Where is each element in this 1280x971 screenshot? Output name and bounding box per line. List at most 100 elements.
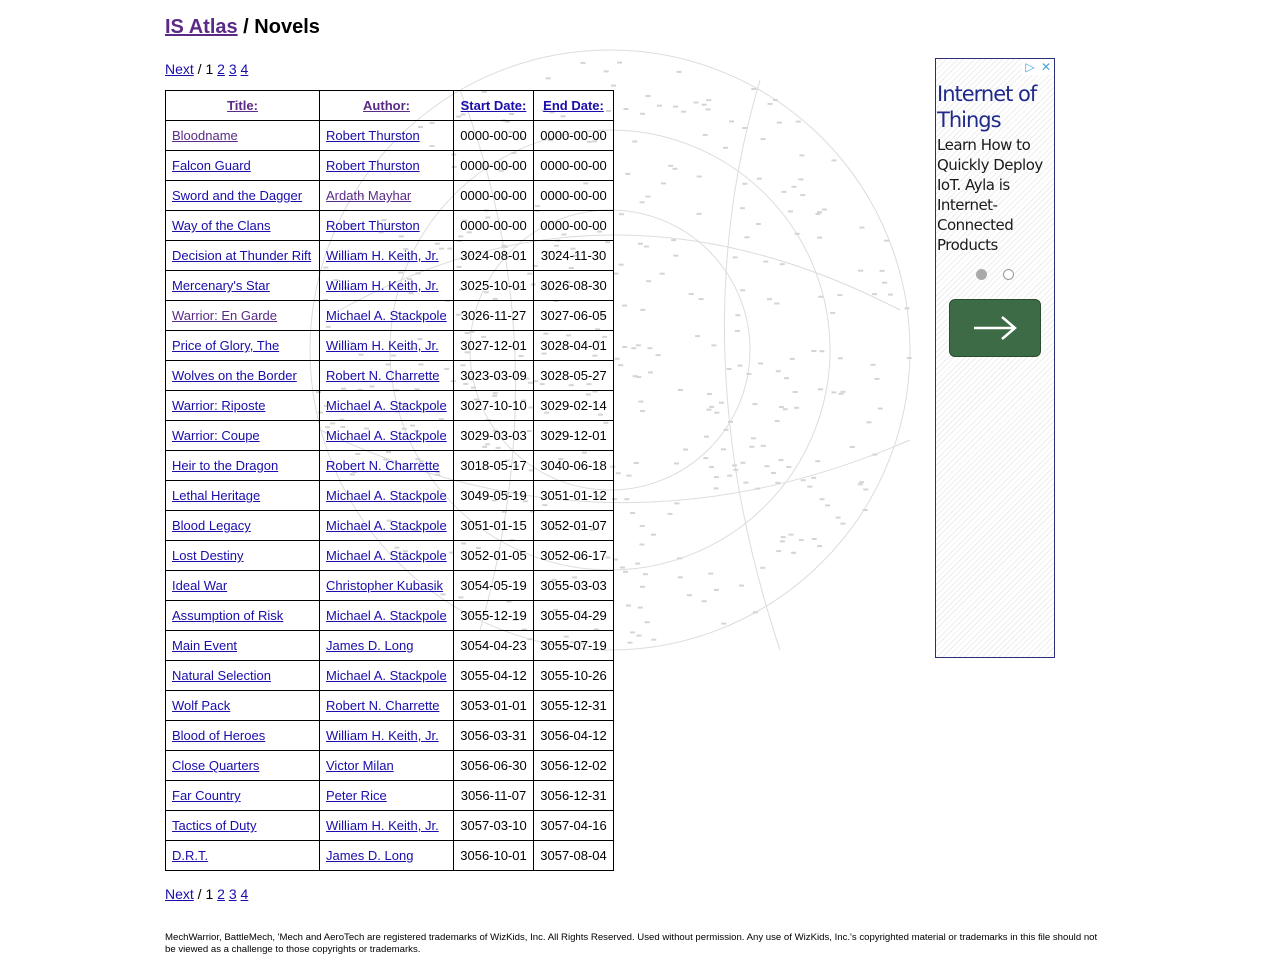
table-row: Natural Selection Michael A. Stackpole 305… (165, 660, 614, 691)
novel-title-link[interactable]: Far Country (172, 788, 241, 803)
site-home-link[interactable]: IS Atlas (165, 16, 238, 38)
sort-by-title-link[interactable]: Title: (227, 98, 258, 113)
author-link[interactable]: Michael A. Stackpole (326, 518, 447, 533)
advertisement-panel[interactable]: ▷ ✕ Internet of Things Learn How to Quic… (935, 58, 1055, 658)
map-dot (789, 357, 795, 360)
novel-title-link[interactable]: Main Event (172, 638, 237, 653)
map-dot (630, 631, 636, 634)
author-link[interactable]: William H. Keith, Jr. (326, 248, 439, 263)
novel-title-link[interactable]: Blood Legacy (172, 518, 251, 533)
start-date-cell: 3057-03-10 (453, 810, 534, 841)
map-dot (872, 293, 877, 296)
end-date-cell: 3024-11-30 (533, 240, 614, 271)
author-cell: Michael A. Stackpole (319, 480, 454, 511)
ad-headline[interactable]: Internet of Things (937, 81, 1053, 133)
novel-title-link[interactable]: Natural Selection (172, 668, 271, 683)
carousel-dot[interactable] (1003, 269, 1014, 280)
map-dot (635, 562, 641, 565)
novel-title-link[interactable]: Close Quarters (172, 758, 259, 773)
page-link-2[interactable]: 2 (217, 61, 225, 77)
novel-title-link[interactable]: Warrior: En Garde (172, 308, 277, 323)
map-dot (651, 638, 657, 641)
page-link-2[interactable]: 2 (217, 886, 225, 902)
author-cell: Michael A. Stackpole (319, 390, 454, 421)
author-link[interactable]: Michael A. Stackpole (326, 488, 447, 503)
next-page-link[interactable]: Next (165, 886, 194, 902)
author-cell: William H. Keith, Jr. (319, 240, 454, 271)
author-link[interactable]: James D. Long (326, 848, 413, 863)
sort-by-end-date-link[interactable]: End Date: (543, 98, 604, 113)
novel-title-link[interactable]: Assumption of Risk (172, 608, 283, 623)
map-dot (760, 138, 766, 141)
ad-body-text[interactable]: Learn How to Quickly Deploy IoT. Ayla is… (937, 135, 1053, 255)
author-link[interactable]: Michael A. Stackpole (326, 428, 447, 443)
novel-title-link[interactable]: Bloodname (172, 128, 238, 143)
author-link[interactable]: William H. Keith, Jr. (326, 728, 439, 743)
map-dot (838, 392, 844, 395)
author-link[interactable]: Michael A. Stackpole (326, 668, 447, 683)
page-link-3[interactable]: 3 (229, 61, 237, 77)
map-dot (709, 466, 714, 468)
close-icon[interactable]: ✕ (1038, 59, 1054, 75)
author-link[interactable]: Michael A. Stackpole (326, 548, 447, 563)
author-link[interactable]: Victor Milan (326, 758, 394, 773)
novel-title-link[interactable]: Wolves on the Border (172, 368, 297, 383)
novel-title-link[interactable]: Way of the Clans (172, 218, 271, 233)
map-dot (677, 557, 683, 560)
author-link[interactable]: Robert N. Charrette (326, 698, 439, 713)
map-dot (763, 260, 769, 263)
ad-carousel-dots (976, 269, 1014, 280)
novel-title-link[interactable]: Falcon Guard (172, 158, 251, 173)
novel-title-link[interactable]: Tactics of Duty (172, 818, 257, 833)
author-link[interactable]: Robert N. Charrette (326, 458, 439, 473)
author-link[interactable]: Christopher Kubasik (326, 578, 443, 593)
novel-title-link[interactable]: Warrior: Coupe (172, 428, 260, 443)
novel-title-link[interactable]: Price of Glory, The (172, 338, 279, 353)
author-link[interactable]: James D. Long (326, 638, 413, 653)
map-dot (611, 84, 616, 87)
carousel-dot-active[interactable] (976, 269, 987, 280)
map-dot (732, 464, 737, 467)
novel-title-link[interactable]: Heir to the Dragon (172, 458, 278, 473)
author-link[interactable]: William H. Keith, Jr. (326, 278, 439, 293)
author-link[interactable]: William H. Keith, Jr. (326, 338, 439, 353)
map-dot (677, 576, 683, 579)
novel-title-link[interactable]: Decision at Thunder Rift (172, 248, 311, 263)
novel-title-link[interactable]: Warrior: Riposte (172, 398, 265, 413)
play-triangle-icon[interactable]: ▷ (1022, 59, 1038, 75)
author-link[interactable]: William H. Keith, Jr. (326, 818, 439, 833)
author-link[interactable]: Robert Thurston (326, 128, 420, 143)
author-link[interactable]: Robert N. Charrette (326, 368, 439, 383)
novel-title-link[interactable]: D.R.T. (172, 848, 208, 863)
start-date-cell: 3053-01-01 (453, 690, 534, 721)
map-dot (791, 185, 797, 188)
novel-title-link[interactable]: Sword and the Dagger (172, 188, 302, 203)
author-cell: Peter Rice (319, 780, 454, 811)
map-dot (742, 182, 748, 185)
map-dot (701, 103, 707, 106)
title-cell: Close Quarters (165, 750, 320, 781)
title-cell: Price of Glory, The (165, 330, 320, 361)
novel-title-link[interactable]: Blood of Heroes (172, 728, 265, 743)
map-dot (671, 239, 677, 242)
author-link[interactable]: Ardath Mayhar (326, 188, 411, 203)
author-link[interactable]: Michael A. Stackpole (326, 308, 447, 323)
novel-title-link[interactable]: Wolf Pack (172, 698, 230, 713)
page-link-3[interactable]: 3 (229, 886, 237, 902)
author-link[interactable]: Michael A. Stackpole (326, 398, 447, 413)
novel-title-link[interactable]: Lethal Heritage (172, 488, 260, 503)
next-page-link[interactable]: Next (165, 61, 194, 77)
ad-go-button[interactable] (949, 299, 1041, 357)
map-dot (603, 70, 609, 73)
author-link[interactable]: Robert Thurston (326, 158, 420, 173)
page-link-4[interactable]: 4 (241, 61, 249, 77)
author-link[interactable]: Robert Thurston (326, 218, 420, 233)
novel-title-link[interactable]: Ideal War (172, 578, 227, 593)
page-link-4[interactable]: 4 (241, 886, 249, 902)
author-link[interactable]: Peter Rice (326, 788, 387, 803)
novel-title-link[interactable]: Mercenary's Star (172, 278, 270, 293)
sort-by-author-link[interactable]: Author: (363, 98, 410, 113)
author-link[interactable]: Michael A. Stackpole (326, 608, 447, 623)
novel-title-link[interactable]: Lost Destiny (172, 548, 244, 563)
sort-by-start-date-link[interactable]: Start Date: (461, 98, 527, 113)
